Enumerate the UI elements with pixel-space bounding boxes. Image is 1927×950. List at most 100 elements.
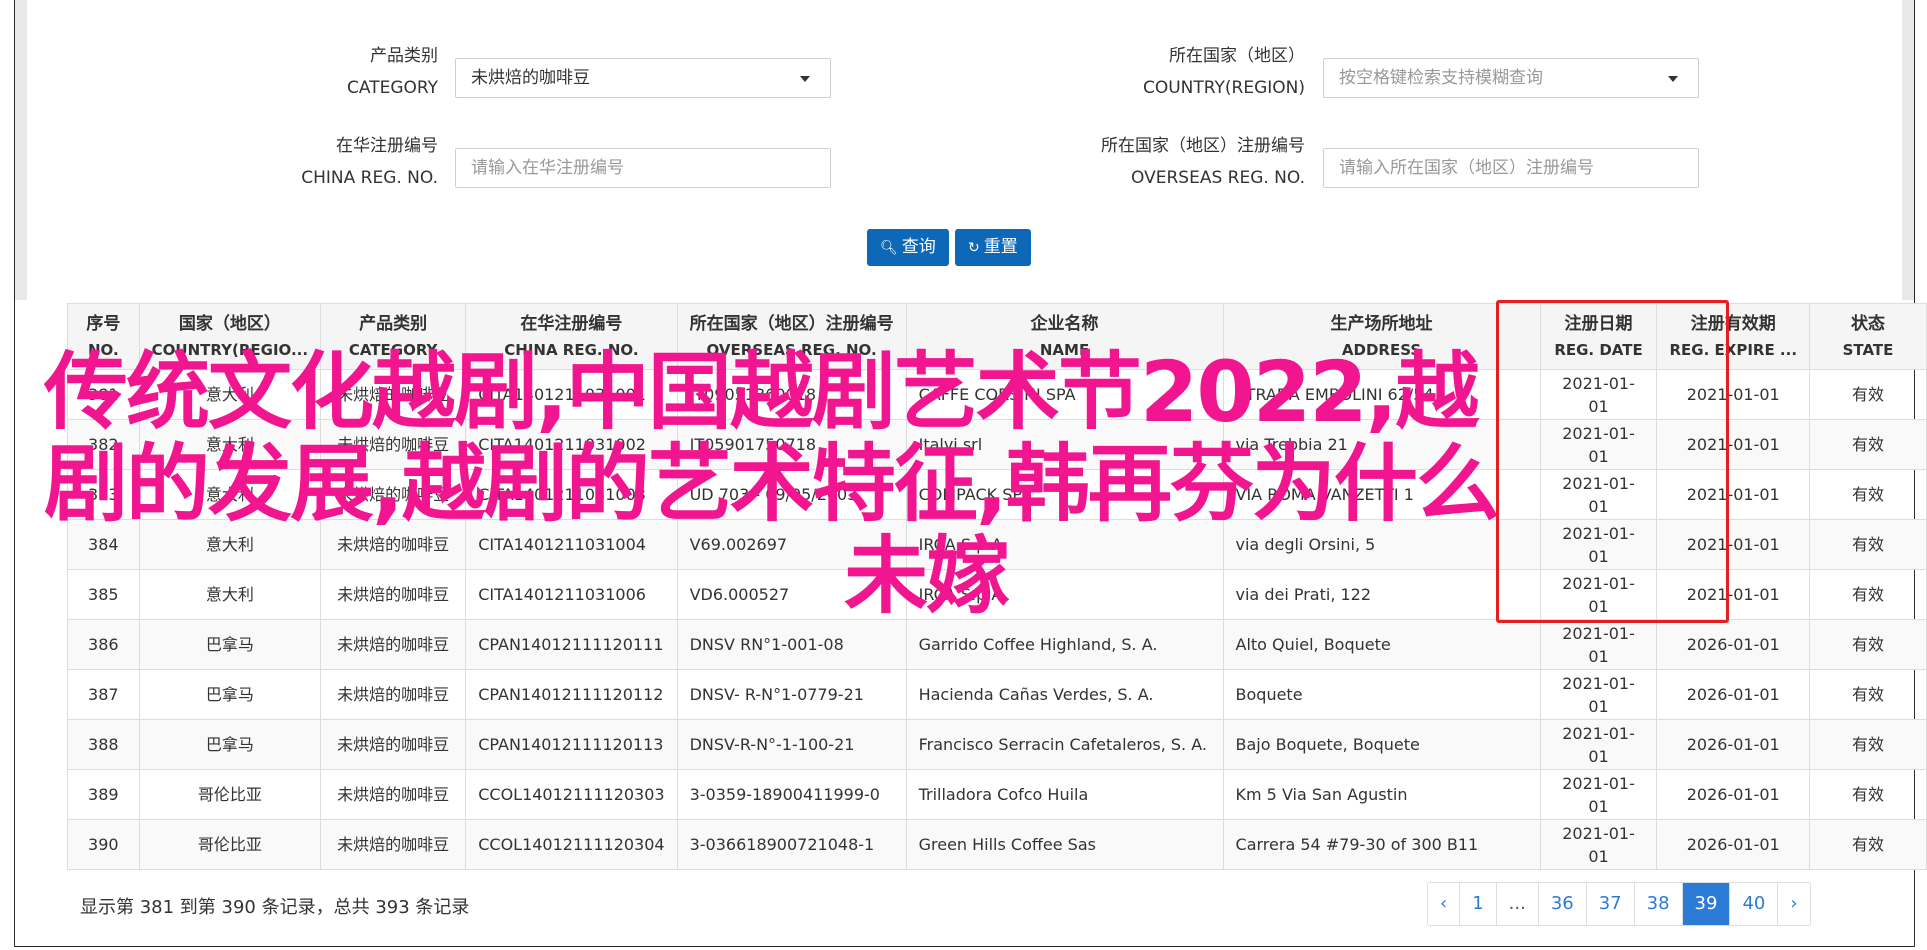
cell-no: 389: [67, 769, 140, 820]
cell-country: 意大利: [138, 569, 322, 620]
category-select[interactable]: 未烘焙的咖啡豆: [455, 58, 831, 98]
records-summary: 显示第 381 到第 390 条记录，总共 393 条记录: [80, 897, 470, 918]
cell-category: 未烘焙的咖啡豆: [320, 819, 467, 870]
cell-expire: 2026-01-01: [1656, 769, 1811, 820]
cell-expire: 2026-01-01: [1656, 669, 1811, 720]
cell-address: Carrera 54 #79-30 of 300 B11: [1222, 819, 1541, 870]
cell-name: Green Hills Coffee Sas: [905, 819, 1224, 870]
cell-address: via dei Prati, 122: [1222, 569, 1541, 620]
country-select-placeholder: 按空格键检索支持模糊查询: [1339, 68, 1543, 88]
cell-china-reg: CPAN14012111120113: [465, 719, 678, 770]
pagination-page[interactable]: 37: [1585, 883, 1634, 925]
search-button-label: 查询: [901, 237, 936, 257]
cell-state: 有效: [1809, 419, 1927, 470]
pagination-page[interactable]: 36: [1537, 883, 1586, 925]
cell-state: 有效: [1809, 769, 1927, 820]
cell-no: 385: [67, 569, 140, 620]
cell-name: Trilladora Cofco Huila: [905, 769, 1224, 820]
cell-reg-date: 2021-01-01: [1539, 719, 1658, 770]
cell-country: 巴拿马: [138, 619, 322, 670]
cell-china-reg: CCOL14012111120303: [465, 769, 678, 820]
pagination-prev[interactable]: ‹: [1428, 883, 1459, 925]
cell-no: 386: [67, 619, 140, 670]
left-scrollbar[interactable]: [15, 0, 27, 300]
cell-overseas-reg: DNSV- R-N°1-0779-21: [676, 669, 907, 720]
category-select-value: 未烘焙的咖啡豆: [471, 68, 590, 88]
cell-address: Alto Quiel, Boquete: [1222, 619, 1541, 670]
chevron-down-icon: [1668, 76, 1678, 82]
cell-china-reg: CITA1401211031006: [465, 569, 678, 620]
cell-no: 387: [67, 669, 140, 720]
cell-category: 未烘焙的咖啡豆: [320, 569, 467, 620]
cell-overseas-reg: 3-0359-18900411999-0: [676, 769, 907, 820]
cell-name: Francisco Serracin Cafetaleros, S. A.: [905, 719, 1224, 770]
cell-country: 哥伦比亚: [138, 769, 322, 820]
cell-category: 未烘焙的咖啡豆: [320, 719, 467, 770]
pagination-page[interactable]: 1: [1459, 883, 1495, 925]
overseas-reg-label: 所在国家（地区）注册编号 OVERSEAS REG. NO.: [1101, 136, 1305, 188]
cell-expire: 2026-01-01: [1656, 819, 1811, 870]
table-row[interactable]: 387 巴拿马 未烘焙的咖啡豆 CPAN14012111120112 DNSV- R-N…: [67, 669, 1927, 720]
chevron-down-icon: [800, 76, 810, 82]
cell-state: 有效: [1809, 719, 1927, 770]
overlay-line-2: 剧的发展,越剧的艺术特征,韩再芬为什么: [44, 435, 1500, 533]
cell-state: 有效: [1809, 619, 1927, 670]
cell-expire: 2026-01-01: [1656, 619, 1811, 670]
pagination-page[interactable]: 40: [1729, 883, 1777, 925]
search-button[interactable]: 🔍︎ 查询: [867, 229, 949, 266]
table-row[interactable]: 386 巴拿马 未烘焙的咖啡豆 CPAN14012111120111 DNSV RN°1…: [67, 619, 1927, 670]
cell-country: 巴拿马: [138, 669, 322, 720]
china-reg-label: 在华注册编号 CHINA REG. NO.: [301, 136, 438, 188]
cell-address: Bajo Boquete, Boquete: [1222, 719, 1541, 770]
cell-name: Garrido Coffee Highland, S. A.: [905, 619, 1224, 670]
cell-category: 未烘焙的咖啡豆: [320, 619, 467, 670]
cell-no: 390: [67, 819, 140, 870]
cell-address: Km 5 Via San Agustin: [1222, 769, 1541, 820]
overseas-reg-placeholder: 请输入所在国家（地区）注册编号: [1339, 158, 1594, 178]
pagination-page-active[interactable]: 39: [1681, 883, 1730, 925]
refresh-icon: ↻: [968, 240, 980, 256]
overseas-reg-input[interactable]: 请输入所在国家（地区）注册编号: [1323, 148, 1699, 188]
table-row[interactable]: 388 巴拿马 未烘焙的咖啡豆 CPAN14012111120113 DNSV-R-N°…: [67, 719, 1927, 770]
cell-reg-date: 2021-01-01: [1539, 819, 1658, 870]
cell-overseas-reg: 3-036618900721048-1: [676, 819, 907, 870]
cell-state: 有效: [1809, 569, 1927, 620]
date-columns-highlight: [1496, 300, 1729, 623]
pagination-ellipsis: ...: [1495, 883, 1538, 925]
table-row[interactable]: 389 哥伦比亚 未烘焙的咖啡豆 CCOL14012111120303 3-0359-1…: [67, 769, 1927, 820]
overlay-line-1: 传统文化越剧,中国越剧艺术节2022,越: [44, 343, 1480, 441]
cell-state: 有效: [1809, 369, 1927, 420]
cell-state: 有效: [1809, 819, 1927, 870]
table-row[interactable]: 390 哥伦比亚 未烘焙的咖啡豆 CCOL14012111120304 3-036618…: [67, 819, 1927, 870]
china-reg-input[interactable]: 请输入在华注册编号: [455, 148, 831, 188]
col-header-state[interactable]: 状态 STATE: [1809, 303, 1927, 370]
cell-state: 有效: [1809, 669, 1927, 720]
cell-reg-date: 2021-01-01: [1539, 769, 1658, 820]
cell-state: 有效: [1809, 469, 1927, 520]
cell-address: Boquete: [1222, 669, 1541, 720]
country-select[interactable]: 按空格键检索支持模糊查询: [1323, 58, 1699, 98]
cell-country: 巴拿马: [138, 719, 322, 770]
pagination-page[interactable]: 38: [1633, 883, 1682, 925]
cell-china-reg: CPAN14012111120112: [465, 669, 678, 720]
cell-china-reg: CCOL14012111120304: [465, 819, 678, 870]
search-icon: 🔍︎: [880, 240, 898, 256]
right-scrollbar[interactable]: [1902, 0, 1914, 300]
cell-expire: 2026-01-01: [1656, 719, 1811, 770]
cell-state: 有效: [1809, 519, 1927, 570]
cell-overseas-reg: DNSV RN°1-001-08: [676, 619, 907, 670]
reset-button-label: 重置: [983, 237, 1018, 257]
pagination-next[interactable]: ›: [1777, 883, 1809, 925]
cell-reg-date: 2021-01-01: [1539, 619, 1658, 670]
cell-category: 未烘焙的咖啡豆: [320, 669, 467, 720]
reset-button[interactable]: ↻ 重置: [955, 229, 1031, 266]
country-label: 所在国家（地区） COUNTRY(REGION): [1142, 46, 1305, 98]
cell-overseas-reg: DNSV-R-N°-1-100-21: [676, 719, 907, 770]
cell-name: Hacienda Cañas Verdes, S. A.: [905, 669, 1224, 720]
overlay-line-3: 未嫁: [844, 527, 1010, 625]
cell-country: 哥伦比亚: [138, 819, 322, 870]
cell-china-reg: CPAN14012111120111: [465, 619, 678, 670]
pagination: ‹ 1 ... 36 37 38 39 40 ›: [1427, 882, 1811, 926]
china-reg-placeholder: 请输入在华注册编号: [471, 158, 624, 178]
cell-reg-date: 2021-01-01: [1539, 669, 1658, 720]
